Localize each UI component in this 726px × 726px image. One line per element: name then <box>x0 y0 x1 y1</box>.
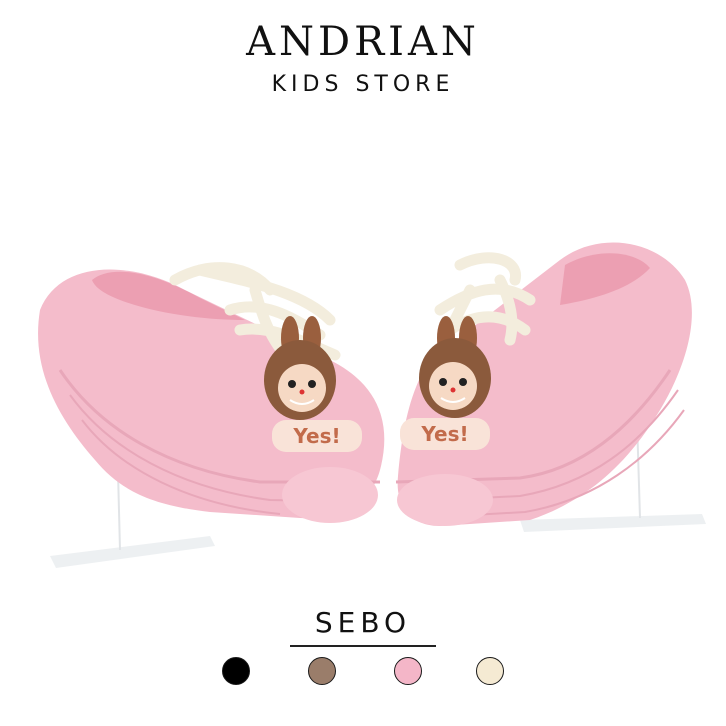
left-charm-text: Yes! <box>292 424 340 448</box>
color-swatch-pink[interactable] <box>394 657 422 685</box>
brand-subtitle: KIDS STORE <box>271 72 455 97</box>
color-swatch-black[interactable] <box>222 657 250 685</box>
right-charm-text: Yes! <box>420 422 468 446</box>
divider <box>290 645 436 647</box>
color-swatch-cream[interactable] <box>476 657 504 685</box>
product-photo: Yes! Yes! <box>38 242 706 568</box>
product-name: SEBO <box>314 606 412 639</box>
color-swatch-brown[interactable] <box>308 657 336 685</box>
brand-name: ANDRIAN <box>246 19 480 65</box>
brand-header: ANDRIAN KIDS STORE <box>0 18 726 100</box>
color-swatches <box>0 656 726 686</box>
